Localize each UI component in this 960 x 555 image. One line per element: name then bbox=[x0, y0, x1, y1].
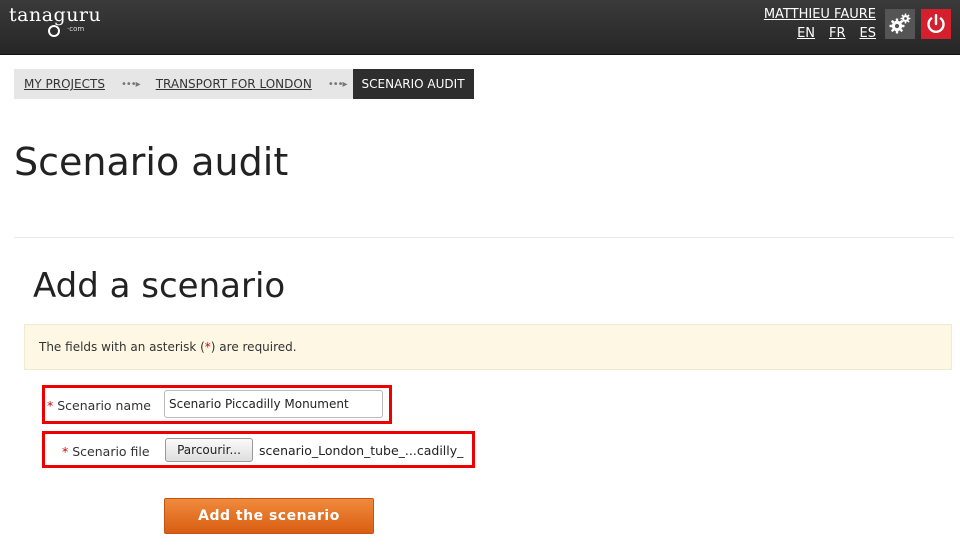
tanaguru-logo[interactable]: tanaguru ·com bbox=[9, 4, 101, 44]
scenario-name-label-text: Scenario name bbox=[57, 398, 151, 413]
logout-button[interactable] bbox=[921, 9, 951, 39]
scenario-file-label-text: Scenario file bbox=[72, 444, 150, 459]
scenario-name-input[interactable] bbox=[164, 390, 383, 418]
logo-text: tanaguru bbox=[9, 4, 102, 26]
breadcrumb: MY PROJECTS •••▸ TRANSPORT FOR LONDON ••… bbox=[14, 69, 474, 99]
notice-text-after: ) are required. bbox=[210, 340, 297, 354]
browse-file-button[interactable]: Parcourir... bbox=[165, 438, 253, 462]
breadcrumb-separator-icon: •••▸ bbox=[321, 69, 353, 99]
notice-text-before: The fields with an asterisk ( bbox=[39, 340, 205, 354]
breadcrumb-my-projects[interactable]: MY PROJECTS bbox=[14, 69, 115, 99]
scenario-file-label: * Scenario file bbox=[62, 444, 150, 459]
settings-button[interactable] bbox=[885, 9, 915, 39]
logo-sub: ·com bbox=[67, 25, 85, 33]
top-bar: tanaguru ·com MATTHIEU FAURE EN FR ES bbox=[0, 0, 960, 55]
breadcrumb-current: SCENARIO AUDIT bbox=[352, 69, 474, 99]
gears-icon bbox=[889, 13, 911, 34]
required-fields-notice: The fields with an asterisk (*) are requ… bbox=[24, 324, 952, 370]
page-title: Scenario audit bbox=[14, 140, 289, 184]
required-asterisk: * bbox=[47, 398, 54, 413]
user-name-link[interactable]: MATTHIEU FAURE bbox=[764, 7, 876, 22]
selected-file-name: scenario_London_tube_...cadilly_m bbox=[259, 443, 464, 458]
power-icon bbox=[927, 14, 945, 33]
scenario-name-label: * Scenario name bbox=[47, 398, 151, 413]
lang-es-link[interactable]: ES bbox=[860, 26, 876, 41]
lang-en-link[interactable]: EN bbox=[797, 26, 815, 41]
breadcrumb-separator-icon: •••▸ bbox=[114, 69, 146, 99]
language-switcher: EN FR ES bbox=[797, 26, 876, 41]
divider bbox=[14, 237, 954, 238]
add-scenario-button[interactable]: Add the scenario bbox=[164, 498, 374, 534]
breadcrumb-transport-for-london[interactable]: TRANSPORT FOR LONDON bbox=[145, 69, 322, 99]
lang-fr-link[interactable]: FR bbox=[829, 26, 846, 41]
section-title: Add a scenario bbox=[33, 266, 286, 306]
logo-mark bbox=[48, 25, 60, 37]
required-asterisk: * bbox=[62, 444, 69, 459]
